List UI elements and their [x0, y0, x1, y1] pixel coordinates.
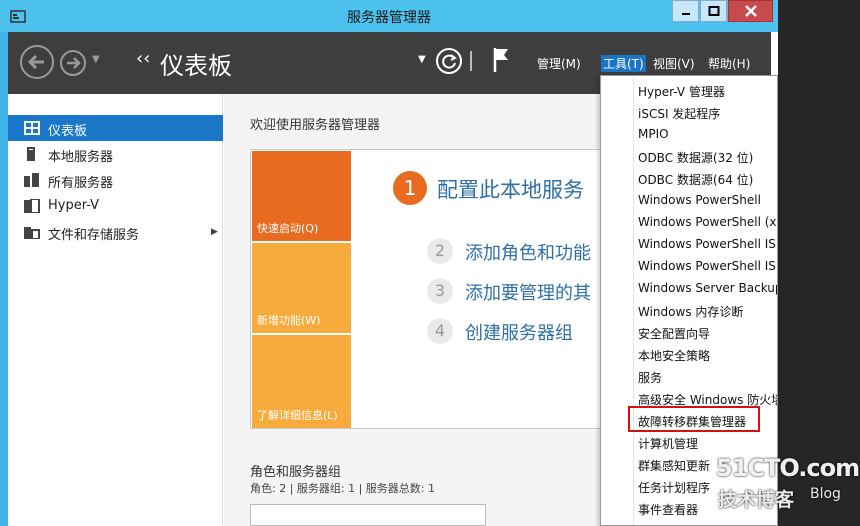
server-icon: [27, 147, 35, 161]
tools-menu-item[interactable]: 事件查看器: [638, 501, 698, 518]
refresh-icon: [442, 54, 457, 69]
tools-menu-item[interactable]: 安全配置向导: [638, 325, 710, 342]
servers-icon: [24, 173, 39, 187]
tools-menu-item[interactable]: 计算机管理: [638, 435, 698, 452]
step-add-servers-link[interactable]: 添加要管理的其: [465, 279, 591, 305]
tools-menu-item[interactable]: ODBC 数据源(64 位): [638, 171, 753, 188]
sidebar-item-label: Hyper-V: [48, 198, 100, 213]
tools-menu-item[interactable]: Windows PowerShell ISE: [638, 237, 777, 251]
title-bar[interactable]: 服务器管理器: [0, 0, 778, 32]
tools-menu-item[interactable]: Windows 内存诊断: [638, 303, 743, 320]
breadcrumb-dropdown-icon[interactable]: ▼: [418, 54, 426, 65]
header-separator: [470, 51, 472, 71]
menu-help[interactable]: 帮助(H): [708, 55, 750, 72]
sidebar-item-all-servers[interactable]: 所有服务器: [8, 167, 223, 193]
tools-menu-item[interactable]: Windows PowerShell (x86): [638, 215, 777, 229]
back-button[interactable]: [20, 45, 54, 79]
tools-menu-item[interactable]: 群集感知更新: [638, 457, 710, 474]
step-configure-local-server-link[interactable]: 配置此本地服务: [437, 174, 584, 204]
tile-learn-more[interactable]: 了解详细信息(L): [252, 335, 351, 428]
step-number: 2: [427, 238, 453, 264]
step-create-group-link[interactable]: 创建服务器组: [465, 319, 573, 345]
menu-view[interactable]: 视图(V): [653, 55, 695, 72]
welcome-title: 欢迎使用服务器管理器: [250, 118, 381, 133]
dashboard-icon: [24, 121, 40, 135]
sidebar-item-label: 仪表板: [48, 124, 88, 139]
maximize-icon: [708, 6, 719, 16]
tools-menu-item[interactable]: 服务: [638, 369, 662, 386]
tools-menu-item[interactable]: 本地安全策略: [638, 347, 710, 364]
sidebar-item-hyper-v[interactable]: Hyper-V: [8, 193, 223, 219]
menu-gutter: [633, 76, 634, 525]
step-number: 1: [393, 171, 427, 205]
close-icon: [744, 5, 757, 17]
menu-tools[interactable]: 工具(T): [601, 55, 646, 72]
breadcrumb: 仪表板: [160, 52, 232, 80]
menu-manage[interactable]: 管理(M): [537, 55, 581, 72]
history-dropdown-icon[interactable]: ▼: [92, 54, 100, 65]
highlight-annotation-box: [628, 406, 760, 432]
sidebar-item-label: 文件和存储服务: [48, 228, 140, 243]
step-number: 3: [427, 278, 453, 304]
sidebar-item-label: 所有服务器: [48, 176, 114, 191]
maximize-button[interactable]: [700, 0, 727, 22]
tile-quick-start[interactable]: 快速启动(Q): [252, 151, 351, 241]
role-tile[interactable]: [250, 504, 486, 526]
tile-whats-new[interactable]: 新增功能(W): [252, 243, 351, 333]
step-number: 4: [427, 318, 453, 344]
file-storage-icon: [24, 227, 40, 239]
tools-menu-item[interactable]: Windows PowerShell: [638, 193, 761, 207]
tools-menu-item[interactable]: Windows PowerShell ISE (x86): [638, 259, 777, 273]
tools-menu-item[interactable]: Hyper-V 管理器: [638, 83, 725, 100]
sidebar-item-local-server[interactable]: 本地服务器: [8, 141, 223, 167]
roles-section-title: 角色和服务器组: [250, 465, 342, 480]
tools-menu-item[interactable]: MPIO: [638, 127, 669, 141]
step-add-roles-link[interactable]: 添加角色和功能: [465, 239, 591, 265]
hyper-v-icon: [24, 199, 40, 213]
forward-button[interactable]: [60, 50, 86, 76]
notification-flag-icon[interactable]: [492, 46, 512, 74]
watermark-blog: Blog: [810, 486, 841, 502]
refresh-button[interactable]: [436, 48, 462, 74]
back-arrow-icon: [27, 54, 44, 70]
desktop-background: [778, 0, 860, 526]
expand-arrow-icon[interactable]: ▶: [211, 227, 218, 237]
tools-menu-item[interactable]: iSCSI 发起程序: [638, 105, 720, 122]
forward-arrow-icon: [67, 57, 81, 69]
tools-menu-item[interactable]: 任务计划程序: [638, 479, 710, 496]
sidebar: 仪表板 本地服务器 所有服务器 Hyper-V 文件和存储服务 ▶: [8, 94, 223, 526]
close-button[interactable]: [728, 0, 773, 22]
roles-summary: 角色: 2 | 服务器组: 1 | 服务器总数: 1: [250, 482, 436, 495]
tools-menu-item[interactable]: ODBC 数据源(32 位): [638, 149, 753, 166]
window-title: 服务器管理器: [347, 10, 431, 26]
minimize-button[interactable]: [672, 0, 699, 22]
quick-start-panel: 快速启动(Q) 新增功能(W) 了解详细信息(L) 1 配置此本地服务 2 添加…: [250, 149, 650, 429]
tools-menu-item[interactable]: Windows Server Backup: [638, 281, 777, 295]
sidebar-item-file-storage[interactable]: 文件和存储服务 ▶: [8, 219, 223, 245]
sidebar-item-dashboard[interactable]: 仪表板: [8, 115, 223, 141]
sidebar-item-label: 本地服务器: [48, 150, 114, 165]
minimize-icon: [681, 13, 690, 15]
watermark-subtitle: 技术博客: [718, 489, 795, 511]
breadcrumb-chevron-icon: ‹‹: [136, 48, 151, 69]
watermark-logo: 51CTO.com: [716, 454, 860, 482]
